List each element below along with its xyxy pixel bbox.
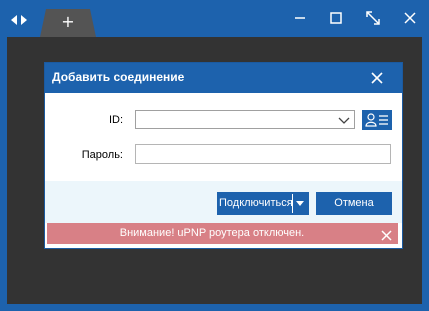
dialog-close-icon[interactable] xyxy=(369,70,385,86)
connect-button-label: Подключиться xyxy=(219,197,293,209)
maximize-icon[interactable] xyxy=(327,9,345,27)
warning-text: Внимание! uPNP роутера отключен. xyxy=(119,227,305,239)
password-label: Пароль: xyxy=(81,149,123,161)
connect-split-divider xyxy=(292,194,293,213)
title-bar: + xyxy=(0,0,429,37)
id-select[interactable] xyxy=(135,110,355,129)
left-right-arrows-icon[interactable] xyxy=(9,12,29,28)
cancel-button[interactable]: Отмена xyxy=(316,192,392,215)
connect-button[interactable]: Подключиться xyxy=(217,192,309,215)
minimize-icon[interactable] xyxy=(291,9,309,27)
caret-down-icon[interactable] xyxy=(296,201,304,206)
warning-close-icon[interactable] xyxy=(380,227,393,241)
address-book-icon xyxy=(365,113,388,127)
dialog-header: Добавить соединение xyxy=(45,63,402,93)
fullscreen-icon[interactable] xyxy=(364,9,382,27)
chevron-down-icon[interactable] xyxy=(337,113,351,127)
plus-icon[interactable]: + xyxy=(40,9,96,37)
upnp-warning-banner: Внимание! uPNP роутера отключен. xyxy=(47,223,398,244)
id-label: ID: xyxy=(108,114,123,126)
tab-new[interactable]: + xyxy=(40,9,96,37)
close-icon[interactable] xyxy=(401,9,419,27)
address-book-button[interactable] xyxy=(362,110,392,130)
app-window: + Добавить соединение ID: Пароль: Подклю… xyxy=(0,0,429,311)
password-field[interactable] xyxy=(135,144,391,164)
dialog-title: Добавить соединение xyxy=(52,70,185,84)
add-connection-dialog: Добавить соединение ID: Пароль: Подключи… xyxy=(45,63,402,248)
